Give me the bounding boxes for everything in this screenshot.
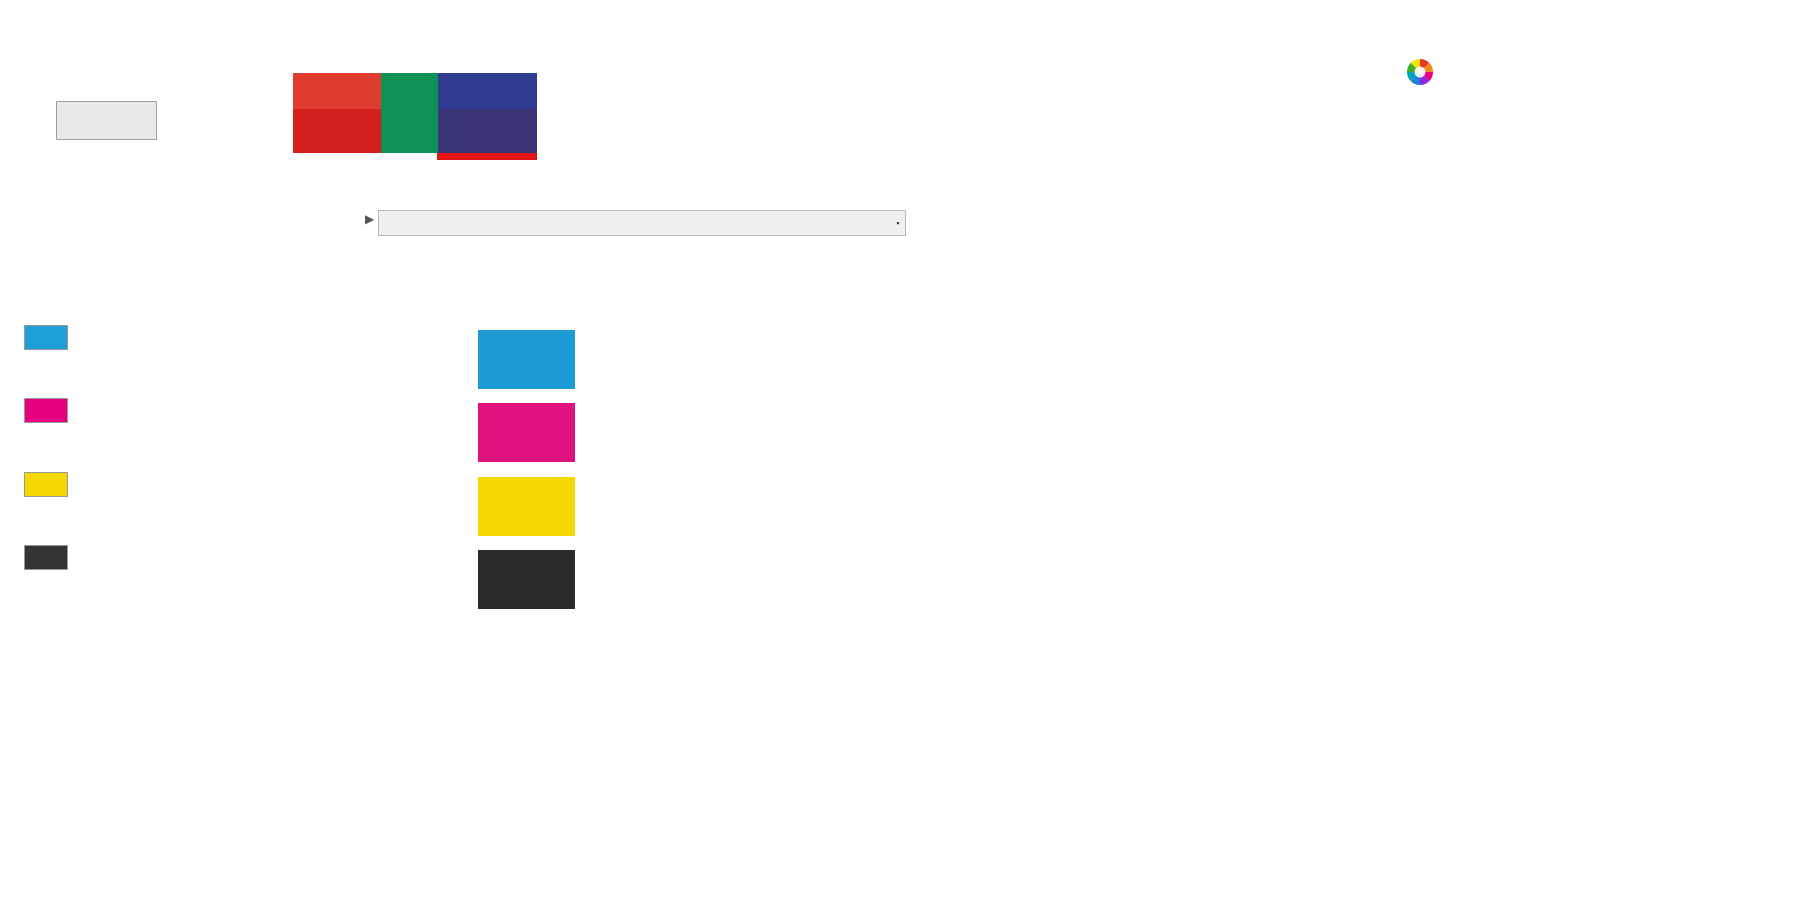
superimposition-fill-cy [426,73,438,153]
ink-swatch-yellow [24,472,68,497]
superimposition-aim-my [293,109,351,153]
lab-chromaticity-chart[interactable] [1010,297,1450,760]
colorsource-logo [1405,57,1435,87]
inks-dropdown[interactable]: ▪ [378,210,906,236]
ink-box-yellow [478,477,575,536]
superimposition-block-my [293,73,351,153]
superimposition-out-of-tolerance-bar [437,153,537,160]
inks-dropdown-chevron-icon[interactable]: ▪ [891,211,905,235]
superimposition-aim-cm [437,109,537,153]
colorsource-logo-icon [1407,58,1433,86]
superimposition-value-my [293,73,351,109]
superimposition-block-cm [437,73,537,160]
ink-swatch-black [24,545,68,570]
superimposition-value-cm [437,73,537,109]
display-lab-button[interactable] [56,101,157,140]
ink-box-magenta [478,403,575,462]
ink-box-cyan [478,330,575,389]
ink-swatch-cyan [24,325,68,350]
superimposition-fill-my-top [351,73,381,109]
ink-box-black [478,550,575,609]
ink-swatch-magenta [24,398,68,423]
inks-dropdown-arrow-icon: ▶ [365,212,375,226]
